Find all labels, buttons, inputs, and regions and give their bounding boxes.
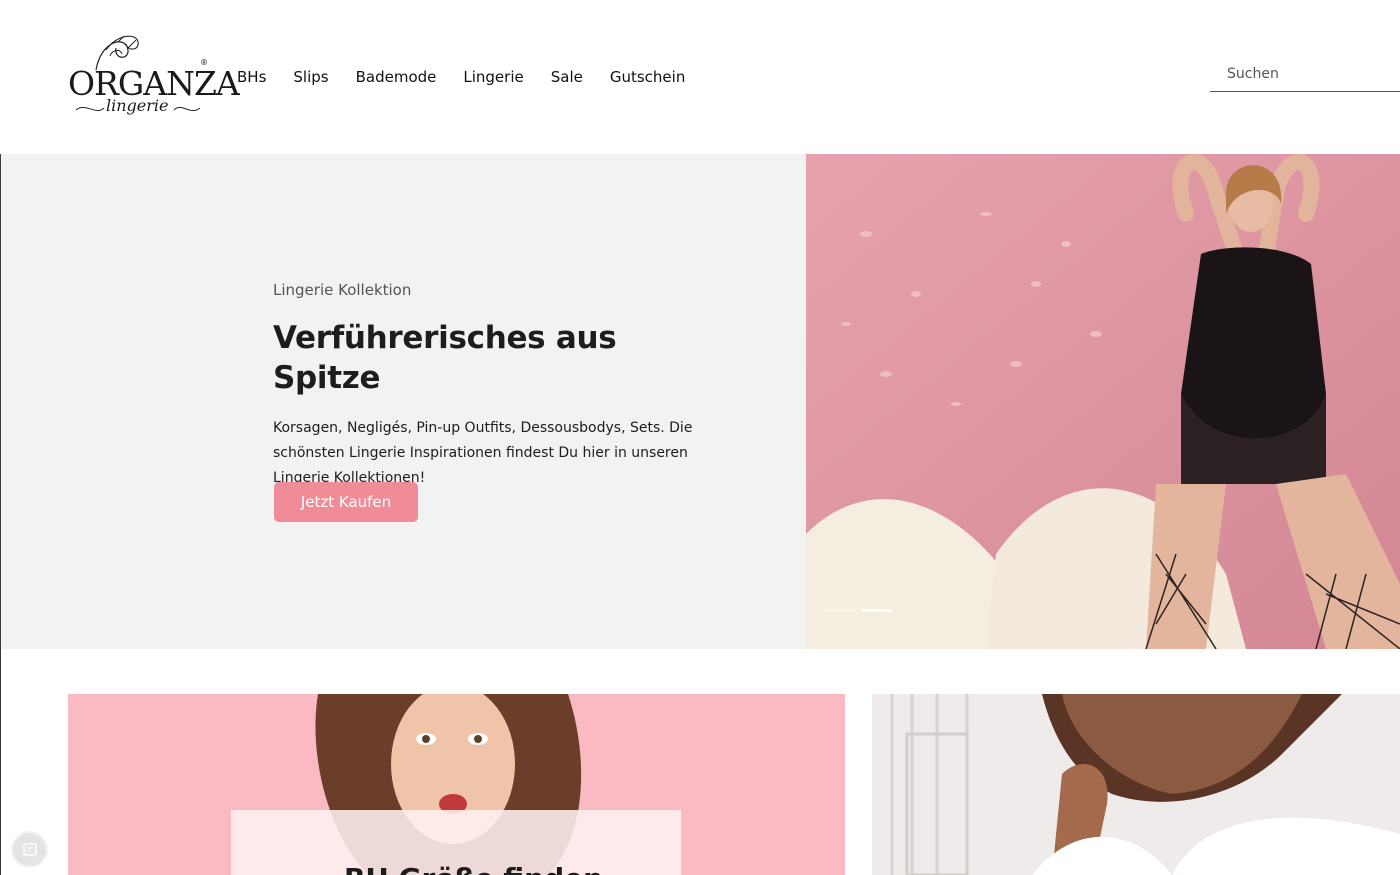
promo-tile-right[interactable] xyxy=(872,694,1400,875)
promo-title: BH Größe finden xyxy=(344,862,603,875)
hero-description: Korsagen, Negligés, Pin-up Outfits, Dess… xyxy=(273,420,693,486)
site-header: ORGANZA ® lingerie BHs Slips Bademode Li… xyxy=(0,0,1400,154)
nav-item-gutschein[interactable]: Gutschein xyxy=(610,66,685,88)
search-input[interactable] xyxy=(1210,58,1400,90)
hero-title: Verführerisches aus Spitze xyxy=(273,320,617,396)
brand-logo[interactable]: ORGANZA ® lingerie xyxy=(66,30,240,122)
shop-now-button[interactable]: Jetzt Kaufen xyxy=(274,482,418,522)
nav-item-slips[interactable]: Slips xyxy=(293,66,328,88)
search-box xyxy=(1210,58,1400,92)
slider-dot-1[interactable] xyxy=(826,609,856,612)
logo-registered-mark: ® xyxy=(200,58,208,67)
nav-item-sale[interactable]: Sale xyxy=(551,66,583,88)
logo-tagline: lingerie xyxy=(106,96,169,115)
slider-dots xyxy=(826,609,892,612)
hero-slider: Lingerie Kollektion Verführerisches aus … xyxy=(1,154,1400,649)
nav-item-lingerie[interactable]: Lingerie xyxy=(463,66,523,88)
promo-model-image-2 xyxy=(872,694,1400,875)
hero-image xyxy=(806,154,1400,649)
chat-icon xyxy=(22,842,37,856)
chat-widget-button[interactable] xyxy=(11,831,48,868)
hero-text-block: Lingerie Kollektion Verführerisches aus … xyxy=(273,278,713,491)
slider-dot-2[interactable] xyxy=(862,609,892,612)
nav-item-bademode[interactable]: Bademode xyxy=(356,66,437,88)
main-nav: BHs Slips Bademode Lingerie Sale Gutsche… xyxy=(237,66,712,88)
promo-tile-bra-size[interactable]: BH Größe finden xyxy=(68,694,845,875)
nav-item-bhs[interactable]: BHs xyxy=(237,66,266,88)
hero-eyebrow: Lingerie Kollektion xyxy=(273,281,412,299)
